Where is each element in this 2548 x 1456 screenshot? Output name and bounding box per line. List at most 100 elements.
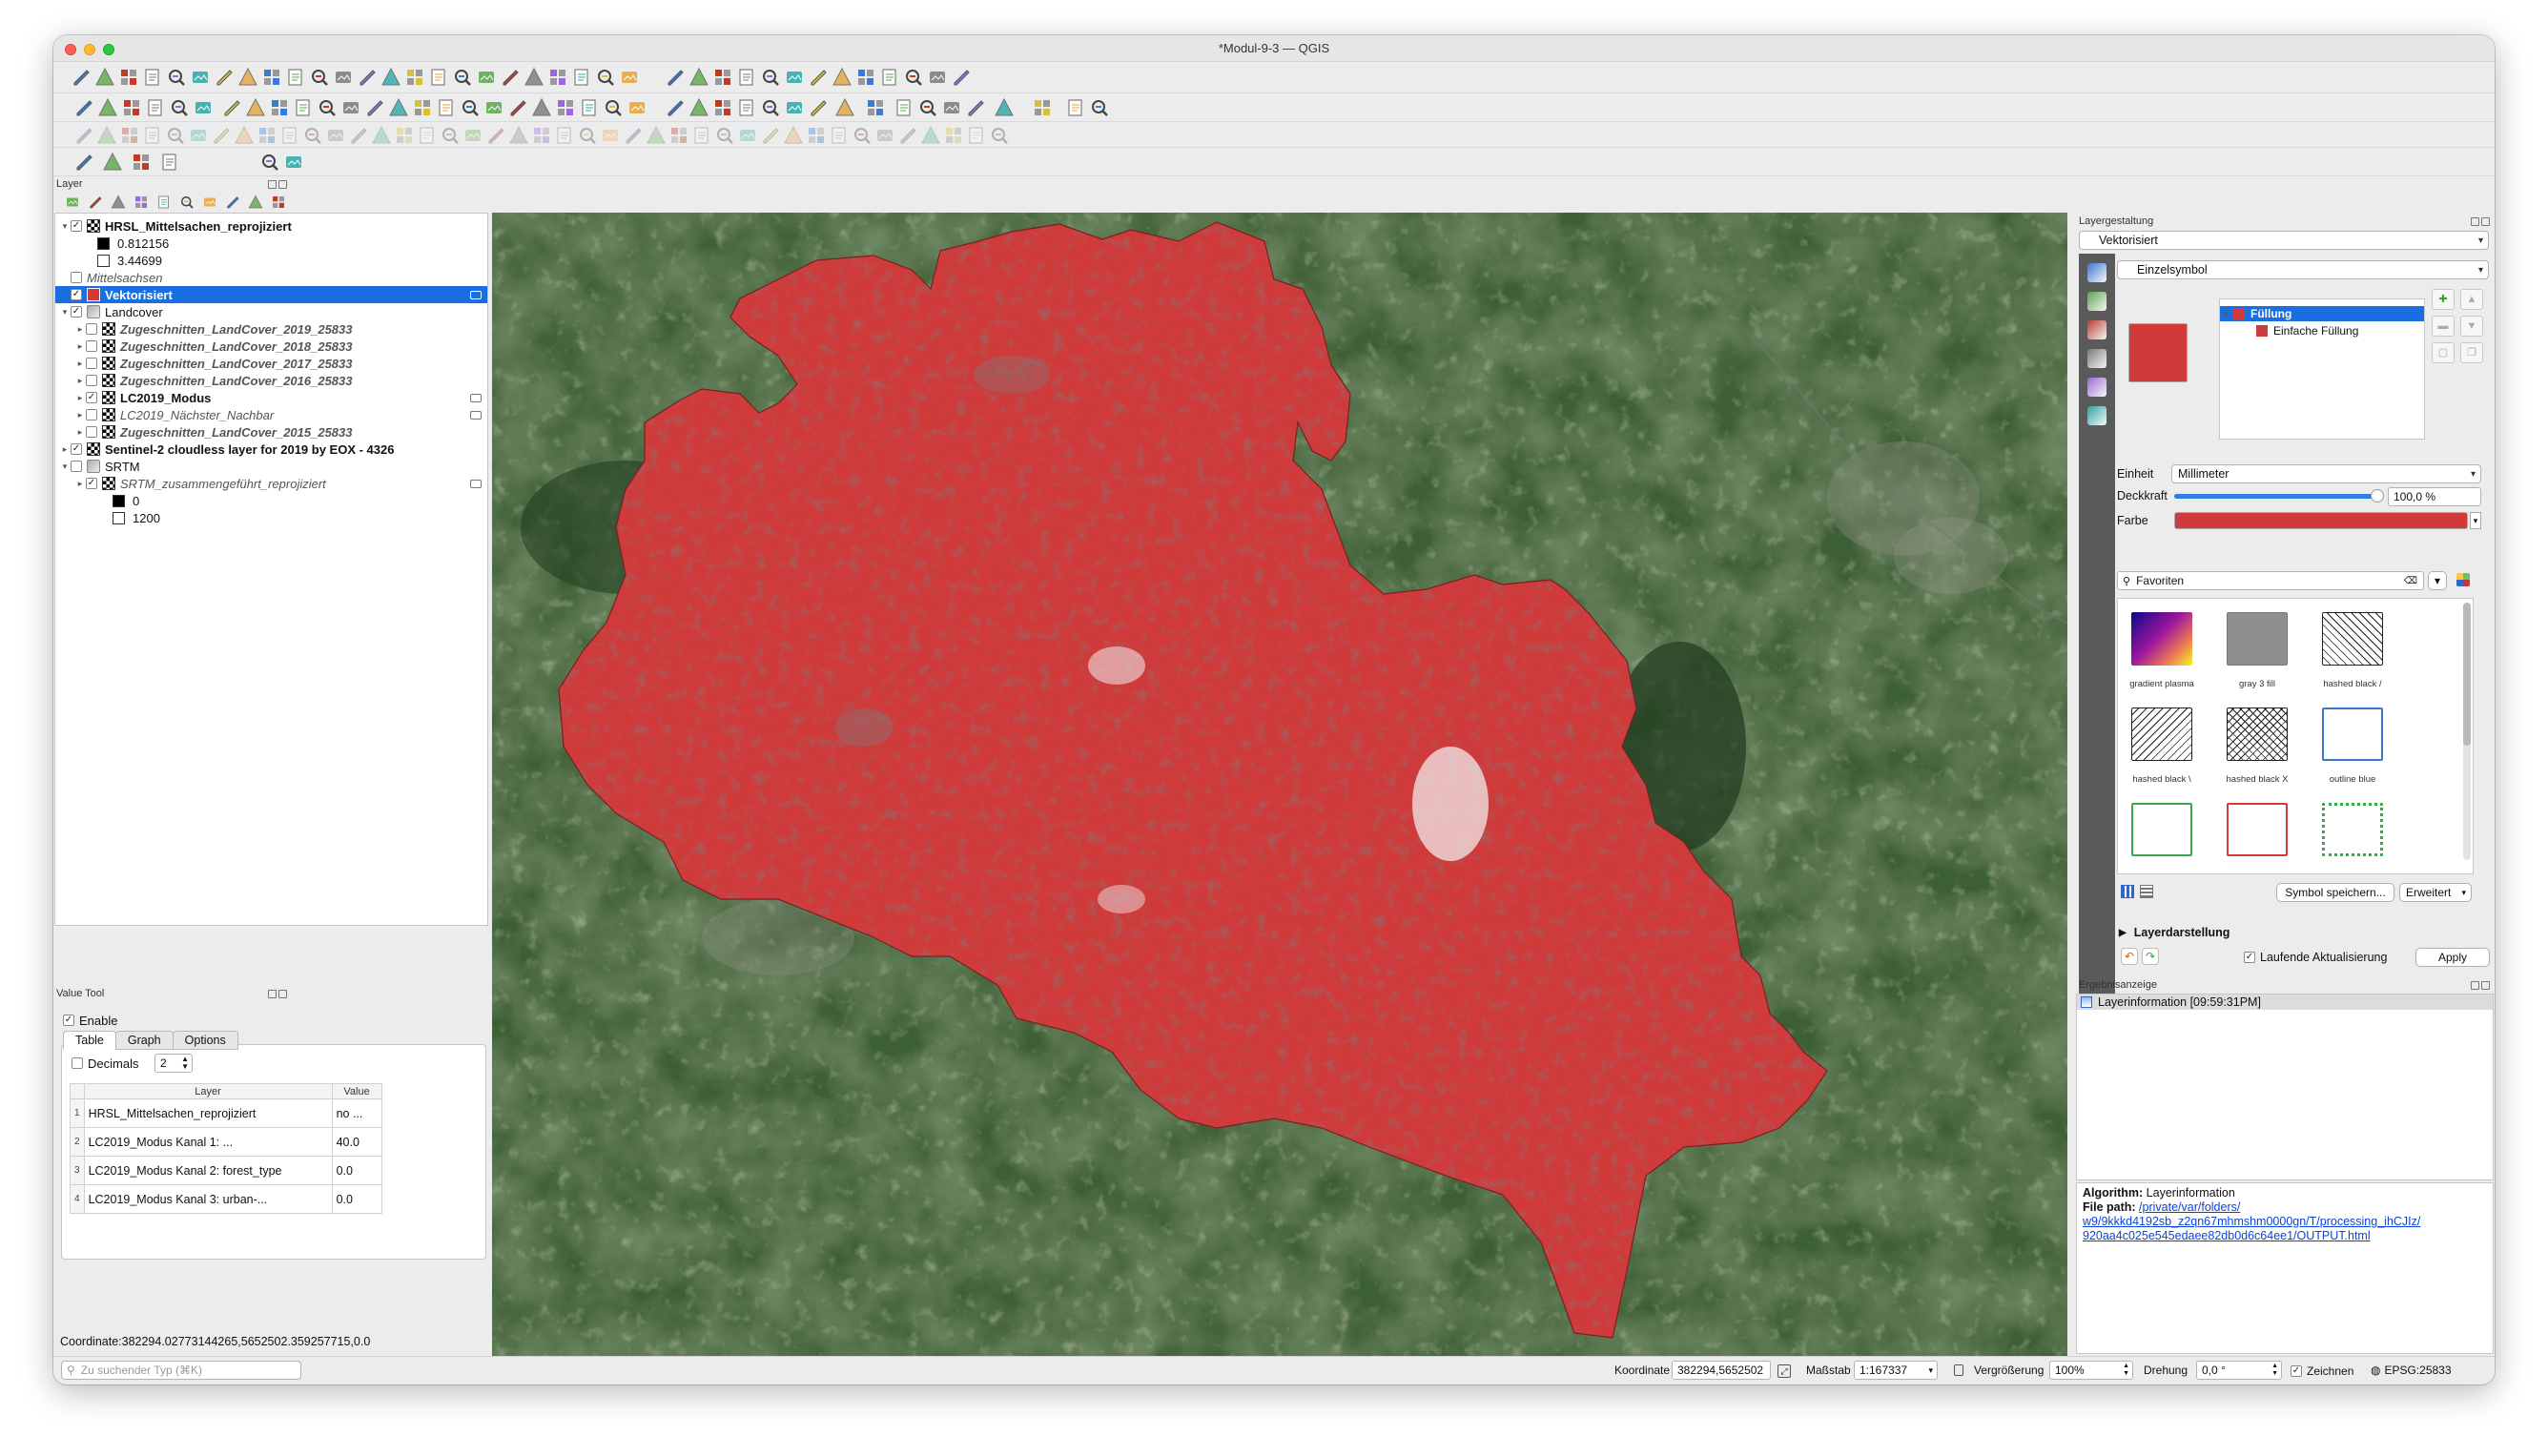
layer-tree-item[interactable]: ▾ ✓ Landcover — [55, 303, 487, 320]
toolbar-tool-icon[interactable] — [282, 151, 305, 174]
renderer-selector[interactable]: Einzelsymbol — [2117, 260, 2489, 279]
layer-tree-item[interactable]: Mittelsachsen — [55, 269, 487, 286]
spin-arrows-icon[interactable]: ▲ ▼ — [2123, 1363, 2129, 1378]
chevron-right-icon[interactable]: ▸ — [74, 479, 86, 489]
toolbar-tool-icon[interactable] — [926, 66, 949, 89]
toolbar-tool-icon[interactable] — [292, 96, 315, 119]
scale-combobox[interactable]: 1:167337 ▾ — [1854, 1361, 1938, 1380]
toolbar-tool-icon[interactable] — [220, 96, 243, 119]
diagrams-icon[interactable] — [2087, 378, 2106, 397]
coordinate-field[interactable]: 382294,5652502 — [1672, 1361, 1771, 1380]
toolbar-tool-icon[interactable] — [70, 66, 92, 89]
toolbar-tool-icon[interactable] — [759, 124, 782, 147]
symbol-swatch[interactable] — [2227, 612, 2288, 666]
table-view-icon[interactable] — [2140, 885, 2153, 898]
toolbar-tool-icon[interactable] — [130, 151, 153, 174]
layer-visibility-checkbox[interactable] — [86, 323, 97, 335]
toolbar-tool-icon[interactable] — [668, 124, 690, 147]
layer-tree-item[interactable]: 3.44699 — [55, 252, 487, 269]
live-update-checkbox[interactable]: ✓ Laufende Aktualisierung — [2244, 949, 2387, 966]
toolbar-tool-icon[interactable] — [189, 66, 212, 89]
toolbar-tool-icon[interactable] — [462, 124, 484, 147]
enable-checkbox[interactable]: ✓ Enable — [63, 1012, 117, 1029]
float-panel-icon[interactable] — [2471, 217, 2479, 226]
toolbar-tool-icon[interactable] — [117, 66, 140, 89]
toolbar-tool-icon[interactable] — [828, 124, 851, 147]
layer-visibility-checkbox[interactable]: ✓ — [71, 443, 82, 455]
layer-visibility-checkbox[interactable] — [86, 426, 97, 438]
toolbar-tool-icon[interactable] — [244, 96, 267, 119]
toolbar-tool-icon[interactable] — [210, 124, 233, 147]
toolbar-tool-icon[interactable] — [570, 66, 593, 89]
toolbar-tool-icon[interactable] — [101, 151, 124, 174]
tree-fill-row[interactable]: ▾ Füllung — [2220, 306, 2424, 321]
table-row[interactable]: 1 HRSL_Mittelsachen_reprojiziert no ... — [70, 1098, 382, 1128]
toolbar-tool-icon[interactable] — [940, 96, 963, 119]
toolbar-tool-icon[interactable] — [1031, 96, 1054, 119]
toolbar-tool-icon[interactable] — [141, 66, 164, 89]
toolbar-tool-icon[interactable] — [120, 96, 143, 119]
toolbar-tool-icon[interactable] — [964, 96, 987, 119]
layer-visibility-checkbox[interactable]: ✓ — [71, 220, 82, 232]
layer-tree-item[interactable]: ▸ Zugeschnitten_LandCover_2018_25833 — [55, 338, 487, 355]
layers-tool-icon[interactable] — [201, 194, 218, 211]
toolbar-tool-icon[interactable] — [165, 66, 188, 89]
spin-arrows-icon[interactable]: ▲ ▼ — [2271, 1363, 2278, 1378]
toolbar-tool-icon[interactable] — [523, 66, 545, 89]
layers-tool-icon[interactable] — [155, 194, 173, 211]
chevron-down-icon[interactable]: ▾ — [59, 307, 71, 318]
toolbar-tool-icon[interactable] — [713, 124, 736, 147]
toolbar-tool-icon[interactable] — [451, 66, 474, 89]
toolbar-tool-icon[interactable] — [578, 96, 601, 119]
toolbar-tool-icon[interactable] — [736, 124, 759, 147]
toolbar-tool-icon[interactable] — [284, 66, 307, 89]
toolbar-tool-icon[interactable] — [878, 66, 901, 89]
toolbar-tool-icon[interactable] — [507, 124, 530, 147]
toolbar-tool-icon[interactable] — [594, 66, 617, 89]
opacity-slider[interactable] — [2174, 494, 2376, 499]
toolbar-tool-icon[interactable] — [484, 124, 507, 147]
layer-tree-item[interactable]: ▸ ✓ SRTM_zusammengeführt_reprojiziert — [55, 475, 487, 492]
toolbar-tool-icon[interactable] — [735, 96, 758, 119]
toolbar-tool-icon[interactable] — [993, 96, 1016, 119]
toolbar-tool-icon[interactable] — [893, 96, 915, 119]
layer-tree-item[interactable]: ▸ Zugeschnitten_LandCover_2017_25833 — [55, 355, 487, 372]
toolbar-tool-icon[interactable] — [213, 66, 236, 89]
lock-layer-icon[interactable]: ▢ — [2432, 342, 2455, 363]
toolbar-tool-icon[interactable] — [942, 124, 965, 147]
toolbar-tool-icon[interactable] — [301, 124, 324, 147]
layer-visibility-checkbox[interactable] — [71, 272, 82, 283]
toolbar-tool-icon[interactable] — [158, 151, 181, 174]
chevron-right-icon[interactable]: ▸ — [74, 324, 86, 335]
toolbar-tool-icon[interactable] — [988, 124, 1011, 147]
move-down-icon[interactable]: ▼ — [2460, 316, 2483, 337]
filter-indicator-icon[interactable] — [470, 479, 482, 488]
layer-tree-item[interactable]: ▸ ✓ Sentinel-2 cloudless layer for 2019 by… — [55, 441, 487, 458]
chevron-right-icon[interactable]: ▸ — [74, 393, 86, 403]
unit-selector[interactable]: Millimeter — [2171, 464, 2481, 483]
layer-tree-item[interactable]: 0.812156 — [55, 235, 487, 252]
decimals-checkbox[interactable]: Decimals — [72, 1055, 138, 1072]
tab-options[interactable]: Options — [172, 1031, 238, 1050]
toolbar-tool-icon[interactable] — [576, 124, 599, 147]
toolbar-tool-icon[interactable] — [854, 66, 877, 89]
toolbar-tool-icon[interactable] — [483, 96, 505, 119]
toolbar-tool-icon[interactable] — [783, 66, 806, 89]
spin-arrows-icon[interactable]: ▲ ▼ — [181, 1056, 189, 1071]
toolbar-tool-icon[interactable] — [805, 124, 828, 147]
toolbar-tool-icon[interactable] — [851, 124, 873, 147]
toolbar-tool-icon[interactable] — [72, 124, 95, 147]
chevron-right-icon[interactable]: ▸ — [74, 427, 86, 438]
lock-icon[interactable] — [1954, 1364, 1963, 1376]
toolbar-tool-icon[interactable] — [530, 124, 553, 147]
masks-icon[interactable] — [2087, 320, 2106, 339]
symbol-search-input[interactable]: ⚲ Favoriten ⌫ — [2117, 571, 2424, 590]
rotation-spinbox[interactable]: 0,0 ° ▲ ▼ — [2196, 1361, 2282, 1380]
toolbar-tool-icon[interactable] — [902, 66, 925, 89]
toolbar-tool-icon[interactable] — [144, 96, 167, 119]
layer-tree-item[interactable]: ▾ SRTM — [55, 458, 487, 475]
toolbar-tool-icon[interactable] — [499, 66, 522, 89]
float-panel-icon[interactable] — [268, 990, 277, 998]
toolbar-tool-icon[interactable] — [873, 124, 896, 147]
toolbar-tool-icon[interactable] — [554, 96, 577, 119]
